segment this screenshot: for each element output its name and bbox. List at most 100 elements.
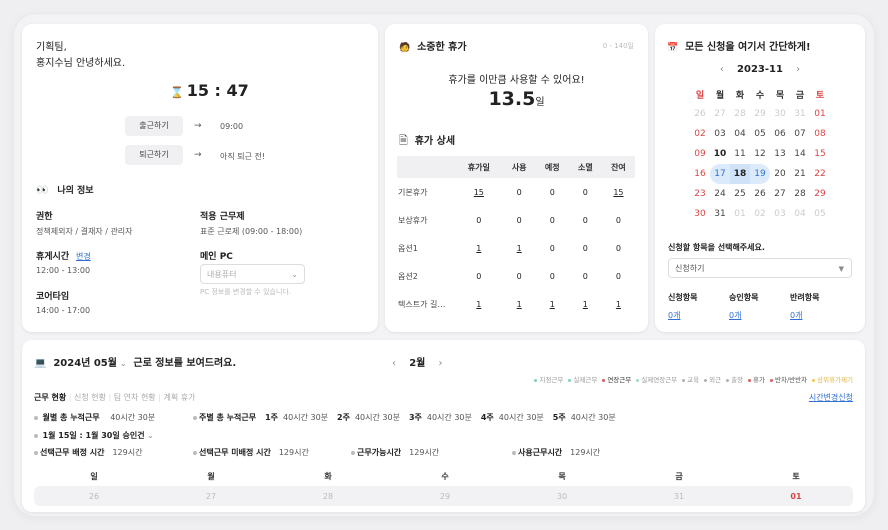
greeting-name: 홍지수님 안녕하세요.: [36, 58, 126, 69]
vac-header: 사용: [502, 156, 536, 178]
calendar-day[interactable]: 03: [770, 204, 790, 224]
vac-cell: 0: [516, 271, 522, 281]
work-tab[interactable]: 팀 연차 현황: [114, 393, 156, 402]
week-day-header: 화: [324, 472, 332, 481]
work-tab[interactable]: 계획 휴가: [163, 393, 195, 402]
chevron-down-icon[interactable]: ⌄: [120, 359, 127, 368]
week-date[interactable]: 27: [191, 492, 231, 501]
calendar-day[interactable]: 23: [690, 184, 710, 204]
vac-type: 보상휴가: [398, 215, 428, 225]
calendar-day[interactable]: 18: [730, 164, 750, 184]
calendar-day[interactable]: 06: [770, 124, 790, 144]
pc-hint: PC 정보를 변경할 수 있습니다.: [200, 288, 292, 296]
calendar-day[interactable]: 01: [730, 204, 750, 224]
month-prev-button[interactable]: ‹: [392, 358, 396, 369]
calendar-day[interactable]: 14: [790, 144, 810, 164]
week-date[interactable]: 30: [542, 492, 582, 501]
vac-cell[interactable]: 1: [455, 290, 503, 318]
week-day-header: 수: [441, 472, 449, 481]
calendar-day[interactable]: 26: [690, 104, 710, 124]
break-change-link[interactable]: 변경: [76, 252, 91, 261]
caret-down-icon: ▼: [838, 265, 844, 273]
calendar-day[interactable]: 25: [730, 184, 750, 204]
month-next-button[interactable]: ›: [439, 358, 443, 369]
vac-cell[interactable]: 1: [503, 234, 536, 262]
calendar-day[interactable]: 10: [710, 144, 730, 164]
legend-item: 지정근무: [534, 376, 563, 384]
chevron-down-icon: ⌄: [291, 270, 298, 279]
calendar-day[interactable]: 17: [710, 164, 730, 184]
week-value: 40시간 30분: [426, 413, 472, 422]
week-date[interactable]: 28: [308, 492, 348, 501]
calendar-day[interactable]: 02: [690, 124, 710, 144]
vac-cell[interactable]: 15: [455, 178, 503, 206]
calendar-day[interactable]: 29: [750, 104, 770, 124]
vac-cell[interactable]: 1: [536, 290, 569, 318]
calendar-day[interactable]: 15: [810, 144, 830, 164]
vac-cell: 0: [516, 215, 522, 225]
week-value: 40시간 30분: [283, 413, 329, 422]
vac-row: 보상휴가 0 0 0 0 0: [397, 206, 635, 234]
calendar-day[interactable]: 22: [810, 164, 830, 184]
calendar-prev-button[interactable]: ‹: [720, 64, 724, 75]
checkin-button[interactable]: 출근하기: [125, 116, 183, 136]
work-tab[interactable]: 신청 현황: [74, 393, 106, 402]
calendar-day[interactable]: 29: [810, 184, 830, 204]
calendar-day[interactable]: 08: [810, 124, 830, 144]
calendar-day[interactable]: 31: [790, 104, 810, 124]
vac-cell: 0: [582, 243, 588, 253]
calendar-day[interactable]: 26: [750, 184, 770, 204]
vac-cell[interactable]: 1: [503, 290, 536, 318]
apply-stat-value[interactable]: 0개: [790, 310, 802, 321]
calendar-next-button[interactable]: ›: [796, 64, 800, 75]
calendar-day[interactable]: 05: [810, 204, 830, 224]
week-date[interactable]: 26: [74, 492, 114, 501]
calendar-day[interactable]: 31: [710, 204, 730, 224]
year-month-select[interactable]: 2024년 05월: [53, 358, 117, 369]
calendar-day[interactable]: 01: [810, 104, 830, 124]
calendar-day[interactable]: 20: [770, 164, 790, 184]
week-date[interactable]: 01: [776, 492, 816, 501]
checkout-button[interactable]: 퇴근하기: [125, 145, 183, 165]
calendar-day[interactable]: 30: [770, 104, 790, 124]
vacation-message: 휴가를 이만큼 사용할 수 있어요!: [448, 75, 585, 86]
approval-filter[interactable]: 1월 15일 : 1월 30일 승인건 ⌄: [34, 430, 154, 441]
calendar-day[interactable]: 05: [750, 124, 770, 144]
calendar-day[interactable]: 12: [750, 144, 770, 164]
apply-stat-value[interactable]: 0개: [668, 310, 680, 321]
work-tab[interactable]: 근무 현황: [34, 393, 66, 402]
calendar-day[interactable]: 02: [750, 204, 770, 224]
calendar-day[interactable]: 19: [750, 164, 770, 184]
calendar-day[interactable]: 24: [710, 184, 730, 204]
calendar-day[interactable]: 04: [790, 204, 810, 224]
calendar-day[interactable]: 27: [710, 104, 730, 124]
apply-select[interactable]: 신청하기 ▼: [668, 258, 852, 278]
week-date[interactable]: 31: [659, 492, 699, 501]
calendar-day[interactable]: 04: [730, 124, 750, 144]
calendar-day[interactable]: 30: [690, 204, 710, 224]
calendar-day[interactable]: 13: [770, 144, 790, 164]
calendar-day[interactable]: 09: [690, 144, 710, 164]
vac-cell[interactable]: 1: [602, 290, 635, 318]
time-change-link[interactable]: 시간변경신청: [809, 392, 853, 403]
vac-cell[interactable]: 1: [455, 234, 503, 262]
vac-cell[interactable]: 15: [602, 178, 635, 206]
calendar-day[interactable]: 16: [690, 164, 710, 184]
calendar-day[interactable]: 28: [790, 184, 810, 204]
calendar-day[interactable]: 03: [710, 124, 730, 144]
legend-item: 실제근무: [568, 376, 597, 384]
calendar-day[interactable]: 21: [790, 164, 810, 184]
month-nav: ‹ 2월 ›: [392, 358, 443, 369]
clock: ⌛ 15 : 47: [170, 81, 249, 100]
role-label: 권한: [36, 212, 53, 222]
week-date[interactable]: 29: [425, 492, 465, 501]
calendar-day[interactable]: 27: [770, 184, 790, 204]
apply-stat-value[interactable]: 0개: [729, 310, 741, 321]
work-stat: 선택근무 미배정 시간 129시간: [193, 447, 309, 458]
calendar-day[interactable]: 11: [730, 144, 750, 164]
work-stat: 근무가능시간 129시간: [351, 447, 439, 458]
calendar-day[interactable]: 28: [730, 104, 750, 124]
pc-select[interactable]: 내용퓨터 ⌄: [200, 264, 305, 284]
vac-cell[interactable]: 1: [569, 290, 602, 318]
calendar-day[interactable]: 07: [790, 124, 810, 144]
